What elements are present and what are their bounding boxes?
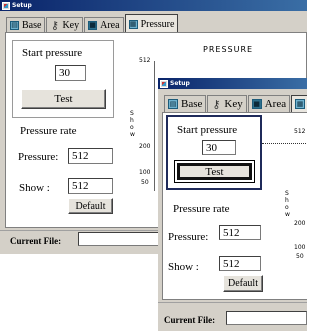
pressure-tab-icon: ▦ xyxy=(128,19,138,29)
key-icon: ⚷ xyxy=(50,19,59,32)
current-file-input[interactable] xyxy=(226,311,307,325)
front-titlebar[interactable]: Setup xyxy=(158,78,307,89)
tab-label: Area xyxy=(100,20,120,31)
front-setup-window: Setup ▤ Base ⚷ Key ■ Area ▦ P Start pres… xyxy=(158,78,307,331)
setup-app-icon xyxy=(2,1,10,10)
current-file-label: Current File: xyxy=(10,236,62,246)
chart-y-axis xyxy=(154,61,155,191)
show-axis-label: S h o w xyxy=(130,110,135,138)
tab-label: Key xyxy=(224,98,243,110)
start-pressure-input[interactable]: 30 xyxy=(202,140,236,155)
pressure-input[interactable]: 512 xyxy=(68,148,113,164)
tab-base[interactable]: ▤ Base xyxy=(164,95,207,112)
tab-area[interactable]: ■ Area xyxy=(247,95,291,112)
start-pressure-group: Start pressure 30 Test xyxy=(12,40,114,118)
pressure-field-label: Pressure: xyxy=(18,151,59,163)
show-input[interactable]: 512 xyxy=(68,178,113,194)
y-tick-100: 100 xyxy=(139,169,151,176)
pressure-rate-label: Pressure rate xyxy=(20,125,77,137)
y-tick-50: 50 xyxy=(141,179,149,186)
tab-label: Base xyxy=(22,20,42,31)
tab-label: Pressure xyxy=(140,18,175,30)
base-tab-icon: ▤ xyxy=(10,21,19,30)
test-button-label: Test xyxy=(54,93,73,105)
default-button-label: Default xyxy=(75,200,106,212)
key-icon: ⚷ xyxy=(212,97,221,111)
setup-app-icon xyxy=(160,79,168,88)
area-tab-icon: ■ xyxy=(88,21,98,30)
show-field-label: Show : xyxy=(19,182,50,194)
tab-pressure[interactable]: ▦ P xyxy=(291,95,307,112)
show-input[interactable]: 512 xyxy=(219,256,261,271)
area-tab-icon: ■ xyxy=(251,99,262,109)
y-tick-100: 100 xyxy=(294,244,306,251)
test-button-face: Test xyxy=(180,165,249,178)
test-button[interactable]: Test xyxy=(21,89,106,109)
test-button[interactable]: Test xyxy=(175,161,254,182)
current-file-input[interactable] xyxy=(78,232,168,246)
pressure-input[interactable]: 512 xyxy=(219,225,261,240)
default-button[interactable]: Default xyxy=(68,198,113,214)
back-titlebar[interactable]: Setup xyxy=(0,0,307,11)
start-pressure-input[interactable]: 30 xyxy=(55,65,86,81)
y-tick-200: 200 xyxy=(294,220,306,227)
y-tick-50: 50 xyxy=(296,253,304,260)
back-tab-bar: ▤ Base ⚷ Key ■ Area ▦ Pressure xyxy=(6,13,307,33)
chart-title: PRESSURE xyxy=(203,45,254,54)
status-separator xyxy=(158,302,307,303)
start-pressure-group: Start pressure 30 Test xyxy=(166,115,262,190)
y-tick-200: 200 xyxy=(139,143,151,150)
tab-label: Area xyxy=(264,98,287,110)
front-tab-bar: ▤ Base ⚷ Key ■ Area ▦ P xyxy=(164,93,307,112)
test-button-label: Test xyxy=(205,165,224,178)
y-tick-512: 512 xyxy=(139,57,151,64)
start-pressure-label: Start pressure xyxy=(22,47,83,59)
start-pressure-label: Start pressure xyxy=(177,124,238,136)
focus-connector-line xyxy=(262,143,307,144)
show-axis-label: S h o w xyxy=(285,190,290,218)
current-file-label: Current File: xyxy=(164,315,216,325)
y-tick-512: 512 xyxy=(294,128,306,135)
tab-key[interactable]: ⚷ Key xyxy=(207,95,247,112)
tab-area[interactable]: ■ Area xyxy=(84,17,124,33)
window-title: Setup xyxy=(12,2,32,9)
pressure-field-label: Pressure: xyxy=(168,231,209,243)
base-tab-icon: ▤ xyxy=(168,99,178,109)
front-pressure-panel: Start pressure 30 Test Pressure rate Pre… xyxy=(162,112,307,300)
tab-key[interactable]: ⚷ Key xyxy=(46,17,84,33)
pressure-tab-icon: ▦ xyxy=(295,99,306,109)
window-title: Setup xyxy=(170,80,190,87)
tab-base[interactable]: ▤ Base xyxy=(6,17,46,33)
tab-label: Base xyxy=(181,98,203,110)
default-button-label: Default xyxy=(228,278,258,289)
tab-label: Key xyxy=(62,20,80,31)
tab-pressure[interactable]: ▦ Pressure xyxy=(124,14,179,33)
show-field-label: Show : xyxy=(168,261,199,273)
pressure-rate-label: Pressure rate xyxy=(173,203,230,215)
default-button[interactable]: Default xyxy=(223,275,263,292)
